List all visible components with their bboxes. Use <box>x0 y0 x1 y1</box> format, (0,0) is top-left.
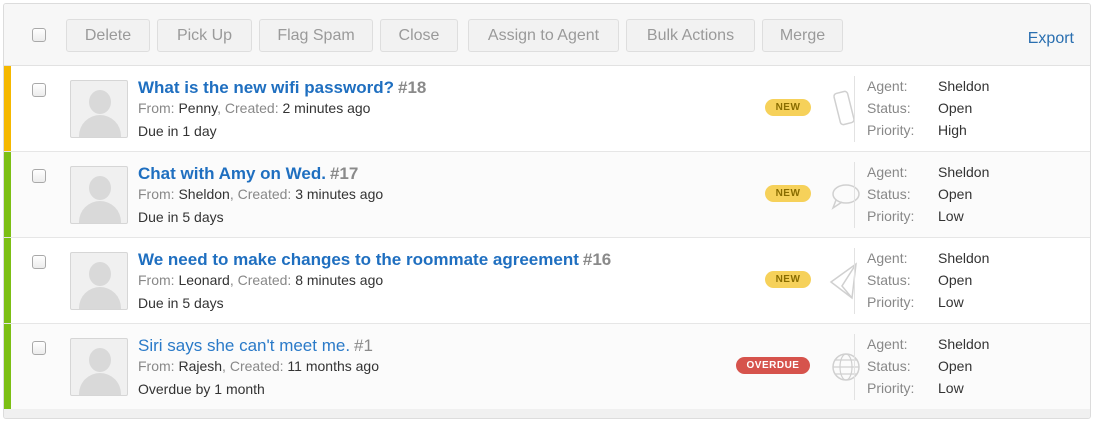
globe-icon <box>828 344 862 390</box>
ticket-meta: From: Leonard, Created: 8 minutes ago <box>138 272 384 288</box>
status-value: Open <box>938 186 973 202</box>
due-text: Due in 1 day <box>138 123 217 139</box>
ticket-meta: From: Sheldon, Created: 3 minutes ago <box>138 186 384 202</box>
chat-bubble-icon <box>828 172 862 218</box>
requester-name: Penny <box>178 100 218 116</box>
assign-to-agent-button[interactable]: Assign to Agent <box>468 19 619 52</box>
requester-name: Sheldon <box>178 186 230 202</box>
created-time: 3 minutes ago <box>295 186 384 202</box>
status-value: Open <box>938 100 973 116</box>
flag-spam-button[interactable]: Flag Spam <box>259 19 373 52</box>
ticket-number: #17 <box>329 164 359 183</box>
requester-name: Leonard <box>178 272 230 288</box>
bulk-actions-button[interactable]: Bulk Actions <box>626 19 755 52</box>
ticket-checkbox[interactable] <box>32 169 46 183</box>
phone-icon <box>828 86 862 132</box>
ticket-number: #16 <box>582 250 612 269</box>
merge-button[interactable]: Merge <box>762 19 843 52</box>
priority-stripe <box>4 66 11 151</box>
status-badge: NEW <box>765 271 811 288</box>
ticket-meta: From: Penny, Created: 2 minutes ago <box>138 100 371 116</box>
agent-value: Sheldon <box>938 78 990 94</box>
ticket-title-link[interactable]: We need to make changes to the roommate … <box>138 250 611 270</box>
ticket-row[interactable]: Siri says she can't meet me. #1 From: Raj… <box>4 324 1090 410</box>
divider <box>854 248 855 314</box>
avatar <box>70 80 128 138</box>
created-time: 11 months ago <box>287 358 380 374</box>
export-link[interactable]: Export <box>1028 30 1074 48</box>
ticket-title-link[interactable]: Chat with Amy on Wed. #17 <box>138 164 358 184</box>
divider <box>854 334 855 400</box>
ticket-row[interactable]: What is the new wifi password? #18 From: … <box>4 66 1090 152</box>
ticket-row[interactable]: Chat with Amy on Wed. #17 From: Sheldon, … <box>4 152 1090 238</box>
priority-stripe <box>4 152 11 237</box>
ticket-title[interactable]: We need to make changes to the roommate … <box>138 250 579 269</box>
select-all-checkbox[interactable] <box>32 28 46 42</box>
avatar <box>70 166 128 224</box>
paper-plane-icon <box>828 258 862 304</box>
close-button[interactable]: Close <box>380 19 458 52</box>
avatar <box>70 338 128 396</box>
ticket-title[interactable]: Siri says she can't meet me. <box>138 336 350 355</box>
ticket-row[interactable]: We need to make changes to the roommate … <box>4 238 1090 324</box>
priority-value: Low <box>938 208 964 224</box>
divider <box>854 162 855 228</box>
ticket-meta: From: Rajesh, Created: 11 months ago <box>138 358 380 374</box>
priority-value: Low <box>938 380 964 396</box>
ticket-checkbox[interactable] <box>32 341 46 355</box>
status-value: Open <box>938 358 973 374</box>
requester-name: Rajesh <box>178 358 223 374</box>
status-badge: NEW <box>765 99 811 116</box>
status-badge: OVERDUE <box>736 357 810 374</box>
divider <box>854 76 855 142</box>
avatar <box>70 252 128 310</box>
status-badge: NEW <box>765 185 811 202</box>
due-text: Due in 5 days <box>138 295 224 311</box>
ticket-title[interactable]: What is the new wifi password? <box>138 78 394 97</box>
ticket-number: #18 <box>397 78 427 97</box>
priority-stripe <box>4 238 11 323</box>
ticket-list-panel: Delete Pick Up Flag Spam Close Assign to… <box>3 3 1091 419</box>
priority-value: High <box>938 122 967 138</box>
pick-up-button[interactable]: Pick Up <box>157 19 252 52</box>
agent-value: Sheldon <box>938 250 990 266</box>
agent-value: Sheldon <box>938 164 990 180</box>
delete-button[interactable]: Delete <box>66 19 150 52</box>
ticket-checkbox[interactable] <box>32 255 46 269</box>
ticket-title-link[interactable]: What is the new wifi password? #18 <box>138 78 426 98</box>
ticket-number: #1 <box>354 336 373 355</box>
created-time: 2 minutes ago <box>282 100 371 116</box>
created-time: 8 minutes ago <box>295 272 384 288</box>
priority-value: Low <box>938 294 964 310</box>
list-footer <box>4 409 1090 418</box>
bulk-toolbar: Delete Pick Up Flag Spam Close Assign to… <box>4 4 1090 66</box>
ticket-title-link[interactable]: Siri says she can't meet me. #1 <box>138 336 373 356</box>
agent-value: Sheldon <box>938 336 990 352</box>
due-text: Overdue by 1 month <box>138 381 265 397</box>
priority-stripe <box>4 324 11 409</box>
due-text: Due in 5 days <box>138 209 224 225</box>
ticket-title[interactable]: Chat with Amy on Wed. <box>138 164 326 183</box>
ticket-checkbox[interactable] <box>32 83 46 97</box>
status-value: Open <box>938 272 973 288</box>
